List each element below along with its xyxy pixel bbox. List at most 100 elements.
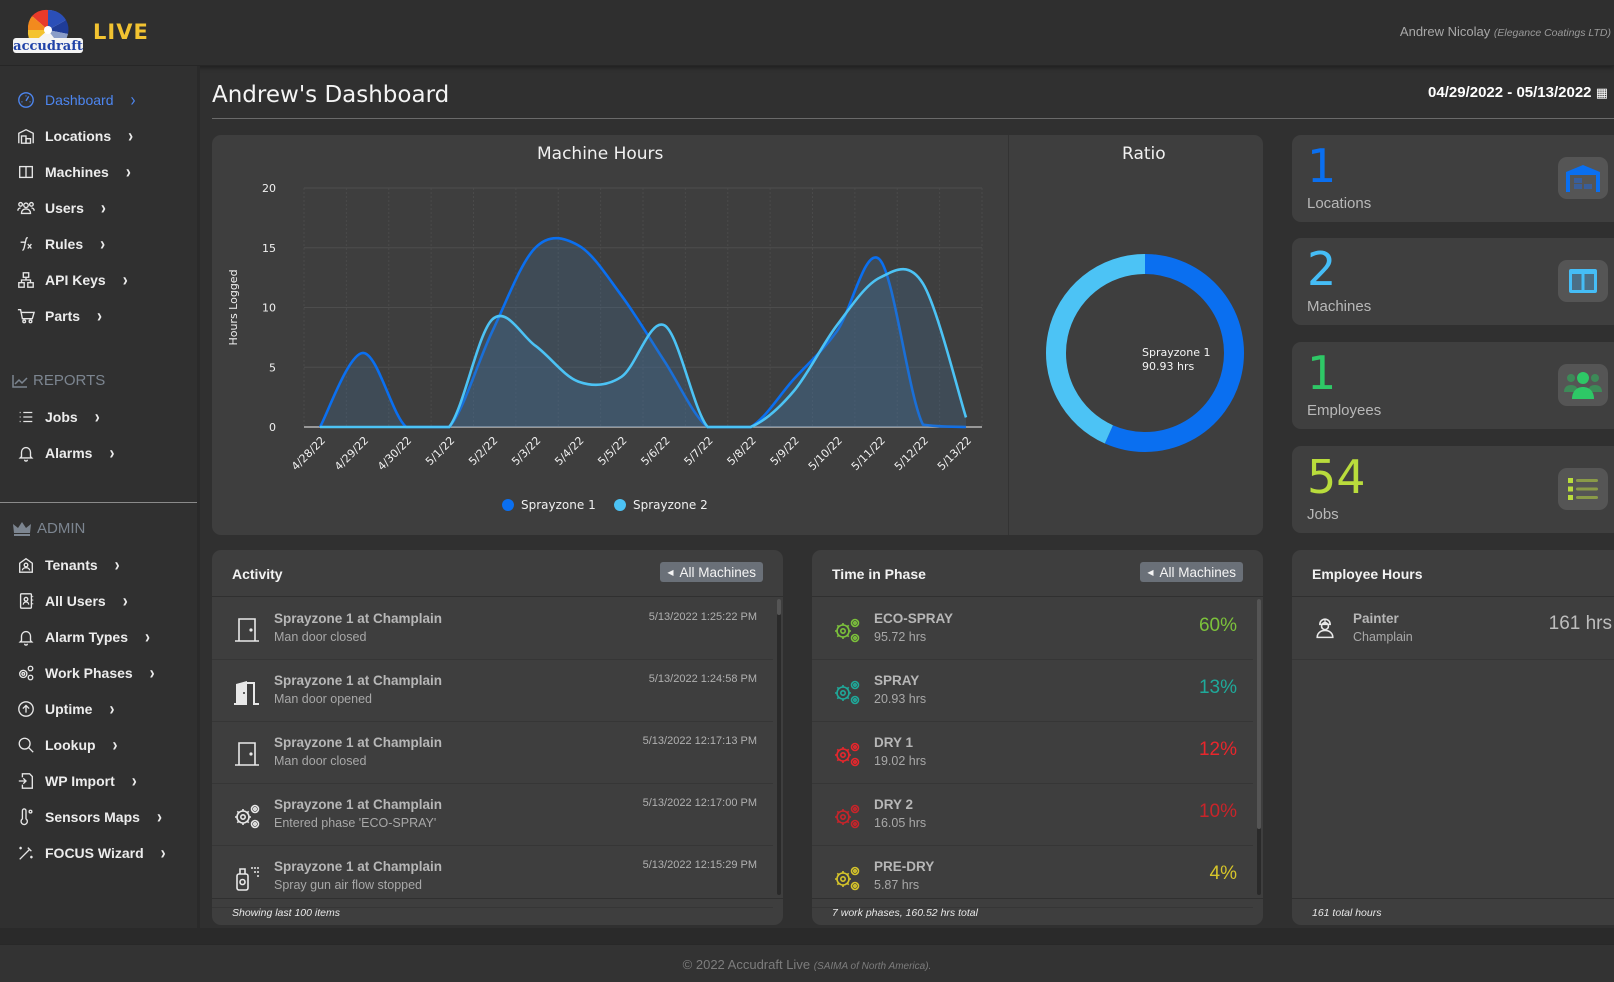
chevron-right-icon: › (131, 770, 137, 792)
activity-footer-text: Showing last 100 items (232, 907, 340, 919)
x-tick-label: 5/11/22 (849, 434, 888, 473)
door-closed-icon (232, 615, 262, 645)
file-import-icon (16, 771, 36, 791)
sidebar-item-alarms[interactable]: Alarms › (16, 441, 114, 465)
activity-machine-filter[interactable]: ◀ All Machines (660, 562, 763, 582)
phase-scroll-thumb[interactable] (1257, 599, 1261, 829)
sidebar-item-label: Parts (45, 308, 81, 324)
caret-left-icon: ◀ (1147, 567, 1154, 577)
x-tick-label: 5/4/22 (552, 434, 586, 468)
phase-row[interactable]: DRY 2 16.05 hrs 10% (812, 784, 1253, 846)
user-info[interactable]: Andrew Nicolay (Elegance Coatings LTD) (1400, 24, 1611, 39)
activity-description: Entered phase 'ECO-SPRAY' (274, 816, 437, 830)
x-tick-label: 5/6/22 (638, 434, 672, 468)
sidebar-item-label: Tenants (45, 557, 98, 573)
stat-value: 1 (1307, 139, 1337, 193)
stat-card-employees[interactable]: 1 Employees (1292, 342, 1614, 429)
phase-title: Time in Phase (832, 566, 926, 582)
x-tick-label: 5/7/22 (681, 434, 715, 468)
phase-percent: 60% (1198, 615, 1237, 636)
sidebar-item-wp-import[interactable]: WP Import › (16, 769, 137, 793)
sidebar-item-api-keys[interactable]: API Keys › (16, 268, 128, 292)
chevron-right-icon: › (109, 698, 115, 720)
donut-tooltip-name: Sprayzone 1 (1142, 346, 1210, 359)
activity-scrollbar[interactable] (777, 599, 781, 895)
sidebar-item-label: Alarms (45, 445, 93, 461)
sidebar-item-alarm-types[interactable]: Alarm Types › (16, 625, 150, 649)
sidebar-item-dashboard[interactable]: Dashboard › (16, 88, 136, 112)
sidebar-item-machines[interactable]: Machines › (16, 160, 131, 184)
phase-percent: 12% (1198, 739, 1237, 760)
sidebar-item-sensors-maps[interactable]: Sensors Maps › (16, 805, 162, 829)
door-open-icon (232, 677, 262, 707)
contact-book-icon (16, 591, 36, 611)
ratio-donut-chart[interactable]: Sprayzone 190.93 hrs (1009, 135, 1263, 535)
activity-row[interactable]: Sprayzone 1 at Champlain Man door closed 5… (212, 722, 773, 784)
spray-can-icon (232, 863, 262, 893)
activity-title: Activity (232, 566, 283, 582)
activity-timestamp: 5/13/2022 1:24:58 PM (648, 673, 757, 685)
chevron-right-icon: › (156, 806, 162, 828)
activity-title: Sprayzone 1 at Champlain (274, 673, 443, 688)
title-divider (212, 118, 1614, 119)
stat-card-jobs[interactable]: 54 Jobs (1292, 446, 1614, 533)
sidebar-item-parts[interactable]: Parts › (16, 304, 102, 328)
top-bar: accudraft LIVE Andrew Nicolay (Elegance … (0, 0, 1614, 66)
door-closed-icon (232, 739, 262, 769)
phase-hours: 5.87 hrs (874, 878, 920, 892)
y-tick-label: 15 (262, 242, 276, 255)
sidebar-item-tenants[interactable]: Tenants › (16, 553, 120, 577)
copyright-text: © 2022 Accudraft Live (SAIMA of North Am… (682, 957, 932, 972)
activity-title: Sprayzone 1 at Champlain (274, 735, 443, 750)
employee-row[interactable]: Painter Champlain 161 hrs (1292, 598, 1614, 660)
stat-label: Jobs (1307, 506, 1339, 523)
sidebar-divider (0, 502, 197, 503)
activity-row[interactable]: Sprayzone 1 at Champlain Man door closed 5… (212, 598, 773, 660)
activity-row[interactable]: Sprayzone 1 at Champlain Man door opened 5… (212, 660, 773, 722)
machine-hours-chart[interactable]: 0 5 10 15 20 Hours Logged 4/28/22 4/29/22 4/30/2… (212, 135, 992, 535)
date-range-picker[interactable]: 04/29/2022 - 05/13/2022 ▦ (1428, 84, 1608, 101)
stat-card-locations[interactable]: 1 Locations (1292, 135, 1614, 222)
chevron-right-icon: › (94, 406, 100, 428)
activity-timestamp: 5/13/2022 12:17:00 PM (642, 797, 757, 809)
sidebar-item-label: API Keys (45, 272, 106, 288)
stat-card-machines[interactable]: 2 Machines (1292, 238, 1614, 325)
phase-row[interactable]: ECO-SPRAY 95.72 hrs 60% (812, 598, 1253, 660)
accudraft-logo[interactable]: accudraft (12, 8, 84, 58)
sidebar-item-work-phases[interactable]: Work Phases › (16, 661, 155, 685)
sidebar-item-rules[interactable]: Rules › (16, 232, 105, 256)
phase-footer-text: 7 work phases, 160.52 hrs total (832, 907, 978, 919)
calendar-icon: ▦ (1595, 85, 1608, 100)
sidebar-item-locations[interactable]: Locations › (16, 124, 133, 148)
sidebar-item-label: WP Import (45, 773, 115, 789)
y-axis-label: Hours Logged (227, 269, 240, 345)
caret-left-icon: ◀ (667, 567, 674, 577)
sidebar-item-jobs[interactable]: Jobs › (16, 405, 100, 429)
activity-row[interactable]: Sprayzone 1 at Champlain Entered phase 'E… (212, 784, 773, 846)
arrow-up-circle-icon (16, 699, 36, 719)
gears-icon (832, 801, 862, 831)
x-tick-label: 5/9/22 (768, 434, 802, 468)
function-icon (16, 234, 36, 254)
phase-row[interactable]: SPRAY 20.93 hrs 13% (812, 660, 1253, 722)
gears-icon (832, 615, 862, 645)
sidebar-item-users[interactable]: Users › (16, 196, 106, 220)
phase-machine-filter[interactable]: ◀ All Machines (1140, 562, 1243, 582)
chevron-right-icon: › (122, 590, 128, 612)
phase-row[interactable]: DRY 1 19.02 hrs 12% (812, 722, 1253, 784)
x-tick-label: 5/8/22 (725, 434, 759, 468)
sidebar-item-label: Jobs (45, 409, 78, 425)
sidebar-item-all-users[interactable]: All Users › (16, 589, 128, 613)
sidebar-item-uptime[interactable]: Uptime › (16, 697, 114, 721)
diagram-icon (16, 270, 36, 290)
stat-label: Employees (1307, 402, 1382, 419)
phase-name: SPRAY (874, 673, 920, 688)
sidebar-item-focus-wizard[interactable]: FOCUS Wizard › (16, 841, 166, 865)
stat-label: Machines (1307, 298, 1372, 315)
stat-value: 54 (1307, 450, 1366, 504)
tenant-name: (Elegance Coatings LTD) (1493, 27, 1611, 39)
sidebar-item-lookup[interactable]: Lookup › (16, 733, 118, 757)
activity-scroll-thumb[interactable] (777, 599, 781, 615)
activity-title: Sprayzone 1 at Champlain (274, 797, 443, 812)
sidebar-item-label: All Users (45, 593, 106, 609)
